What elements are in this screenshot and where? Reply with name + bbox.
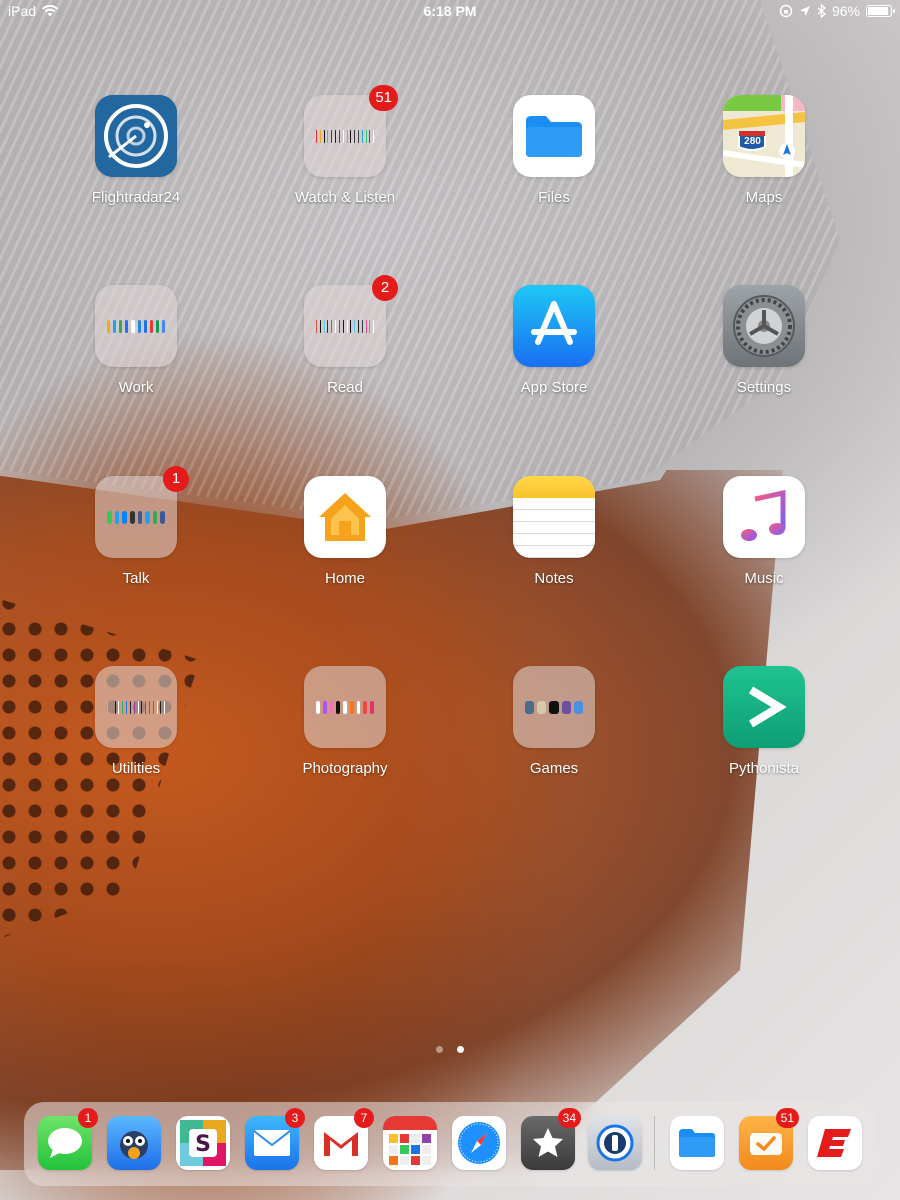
app-files[interactable]: Files	[464, 95, 644, 206]
notification-badge: 3	[285, 1108, 305, 1128]
app-flightradar24[interactable]: Flightradar24	[46, 95, 226, 206]
safari-compass-icon	[452, 1116, 506, 1170]
dock-app-files[interactable]	[670, 1116, 724, 1170]
svg-text:S: S	[195, 1132, 211, 1157]
page-dot-current[interactable]	[457, 1046, 465, 1053]
app-label: Music	[744, 570, 784, 587]
app-pythonista[interactable]: Pythonista	[674, 666, 854, 777]
dock-app-tasks[interactable]: 51	[739, 1108, 799, 1170]
watch-listen-folder-icon: 51	[304, 85, 398, 177]
notification-badge: 34	[557, 1108, 581, 1128]
folder-talk[interactable]: 1 Talk	[46, 466, 226, 587]
maps-icon: 280	[723, 95, 805, 177]
page-dot[interactable]	[435, 1046, 443, 1053]
app-label: Photography	[302, 760, 388, 777]
page-indicator[interactable]	[0, 1040, 900, 1058]
app-label: Flightradar24	[91, 189, 181, 206]
work-folder-icon	[95, 285, 177, 367]
notification-badge: 51	[369, 85, 398, 111]
home-screen-grid: Flightradar24 51 Watch & Listen Files 28…	[0, 0, 900, 1000]
app-maps[interactable]: 280 Maps	[674, 95, 854, 206]
pythonista-icon	[723, 666, 805, 748]
folder-read[interactable]: 2 Read	[255, 275, 435, 396]
app-label: Files	[538, 189, 570, 206]
notification-badge: 7	[354, 1108, 374, 1128]
keyhole-icon	[588, 1116, 642, 1170]
dock-app-gmail[interactable]: 7	[314, 1108, 374, 1170]
dock: 1 S 3 7 34 51	[24, 1102, 876, 1186]
slack-icon: S	[176, 1116, 230, 1170]
espn-e-icon	[808, 1116, 862, 1170]
notes-icon	[513, 476, 595, 558]
app-store-icon	[513, 285, 595, 367]
app-label: Read	[327, 379, 363, 396]
app-label: Watch & Listen	[294, 189, 396, 206]
app-settings[interactable]: Settings	[674, 285, 854, 396]
app-label: Settings	[736, 379, 792, 396]
flightradar24-icon	[95, 95, 177, 177]
app-notes[interactable]: Notes	[464, 476, 644, 587]
app-label: Work	[118, 379, 154, 396]
app-label: App Store	[520, 379, 588, 396]
read-folder-icon: 2	[304, 275, 398, 367]
notification-badge: 1	[163, 466, 189, 492]
talk-folder-icon: 1	[95, 466, 189, 558]
app-label: Games	[529, 760, 579, 777]
files-icon	[513, 95, 595, 177]
app-music[interactable]: Music	[674, 476, 854, 587]
dock-app-fantastical[interactable]	[383, 1116, 437, 1170]
dock-separator	[654, 1116, 655, 1170]
notification-badge: 2	[372, 275, 398, 301]
dock-app-espn[interactable]	[808, 1116, 862, 1170]
folder-utilities[interactable]: Utilities	[46, 666, 226, 777]
files-folder-icon	[670, 1116, 724, 1170]
app-label: Home	[324, 570, 365, 587]
games-folder-icon	[513, 666, 595, 748]
folder-watch-listen[interactable]: 51 Watch & Listen	[255, 85, 435, 206]
dock-app-reeder[interactable]: 34	[521, 1108, 581, 1170]
app-label: Maps	[745, 189, 783, 206]
tweetbot-bird-icon	[107, 1116, 161, 1170]
folder-games[interactable]: Games	[464, 666, 644, 777]
dock-app-1password[interactable]	[588, 1116, 642, 1170]
app-home[interactable]: Home	[255, 476, 435, 587]
notification-badge: 1	[78, 1108, 98, 1128]
folder-photography[interactable]: Photography	[255, 666, 435, 777]
utilities-folder-icon	[95, 666, 177, 748]
dock-app-mail[interactable]: 3	[245, 1108, 305, 1170]
folder-work[interactable]: Work	[46, 285, 226, 396]
dock-app-safari[interactable]	[452, 1116, 506, 1170]
app-label: Pythonista	[728, 760, 800, 777]
settings-gear-icon	[723, 285, 805, 367]
home-house-icon	[304, 476, 386, 558]
dock-app-tweetbot[interactable]	[107, 1116, 161, 1170]
photography-folder-icon	[304, 666, 386, 748]
app-label: Notes	[534, 570, 574, 587]
notification-badge: 51	[775, 1108, 799, 1128]
app-label: Talk	[122, 570, 150, 587]
app-label: Utilities	[111, 760, 161, 777]
app-app-store[interactable]: App Store	[464, 285, 644, 396]
interstate-sign-text: 280	[744, 136, 761, 147]
dock-app-slack[interactable]: S	[176, 1116, 230, 1170]
dock-app-messages[interactable]: 1	[38, 1108, 98, 1170]
music-note-icon	[723, 476, 805, 558]
calendar-icon	[383, 1116, 437, 1170]
